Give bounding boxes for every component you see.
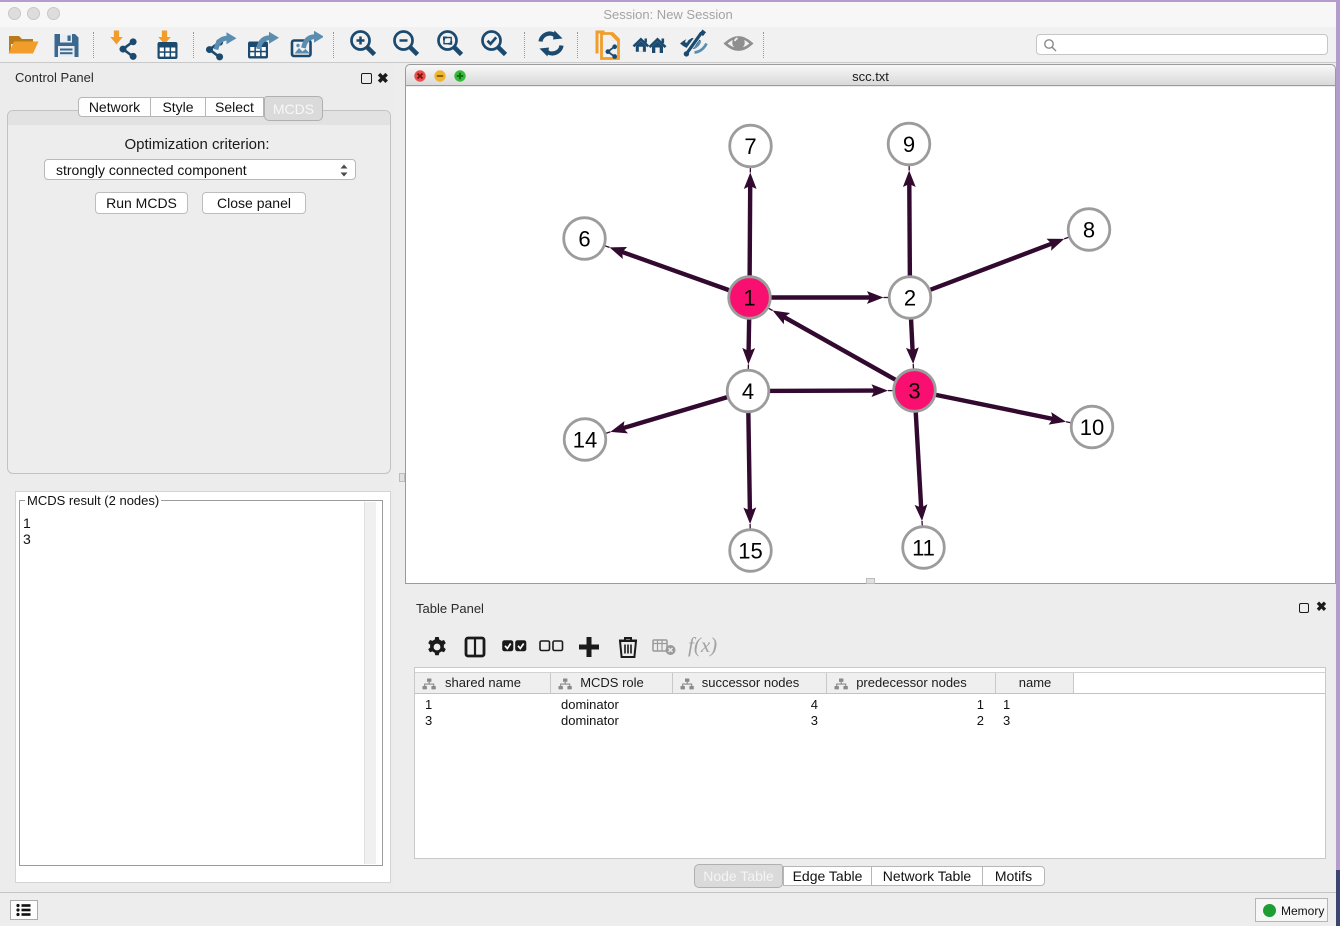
- svg-text:7: 7: [744, 134, 756, 159]
- svg-text:11: 11: [912, 535, 935, 560]
- svg-text:9: 9: [903, 132, 915, 157]
- svg-text:14: 14: [573, 427, 597, 452]
- svg-text:4: 4: [742, 379, 754, 404]
- svg-text:6: 6: [578, 226, 590, 251]
- svg-text:2: 2: [904, 285, 916, 310]
- svg-text:1: 1: [743, 285, 755, 310]
- svg-text:10: 10: [1080, 415, 1104, 440]
- svg-text:3: 3: [908, 378, 920, 403]
- svg-text:8: 8: [1083, 217, 1095, 242]
- svg-text:15: 15: [738, 538, 762, 563]
